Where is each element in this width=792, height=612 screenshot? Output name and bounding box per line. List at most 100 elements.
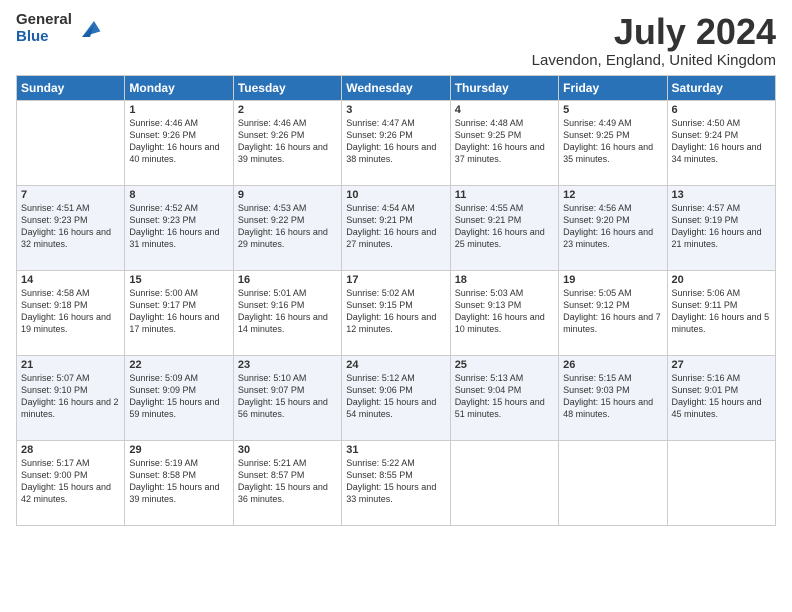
day-header-tuesday: Tuesday: [233, 75, 341, 100]
calendar-cell: 26Sunrise: 5:15 AMSunset: 9:03 PMDayligh…: [559, 355, 667, 440]
day-number: 30: [238, 444, 337, 456]
logo-icon: [78, 17, 102, 41]
calendar-cell: 6Sunrise: 4:50 AMSunset: 9:24 PMDaylight…: [667, 100, 775, 185]
calendar-cell: 25Sunrise: 5:13 AMSunset: 9:04 PMDayligh…: [450, 355, 558, 440]
day-number: 17: [346, 274, 445, 286]
cell-content: Sunrise: 5:15 AMSunset: 9:03 PMDaylight:…: [563, 372, 662, 421]
calendar-cell: 27Sunrise: 5:16 AMSunset: 9:01 PMDayligh…: [667, 355, 775, 440]
cell-content: Sunrise: 4:50 AMSunset: 9:24 PMDaylight:…: [672, 117, 771, 166]
day-number: 4: [455, 104, 554, 116]
calendar-cell: 20Sunrise: 5:06 AMSunset: 9:11 PMDayligh…: [667, 270, 775, 355]
day-number: 16: [238, 274, 337, 286]
calendar-cell: 15Sunrise: 5:00 AMSunset: 9:17 PMDayligh…: [125, 270, 233, 355]
cell-content: Sunrise: 5:03 AMSunset: 9:13 PMDaylight:…: [455, 287, 554, 336]
day-number: 24: [346, 359, 445, 371]
page-header: General Blue July 2024 Lavendon, England…: [16, 12, 776, 69]
day-number: 20: [672, 274, 771, 286]
day-number: 18: [455, 274, 554, 286]
cell-content: Sunrise: 5:07 AMSunset: 9:10 PMDaylight:…: [21, 372, 120, 421]
cell-content: Sunrise: 5:01 AMSunset: 9:16 PMDaylight:…: [238, 287, 337, 336]
logo-blue: Blue: [16, 29, 72, 46]
calendar-cell: 5Sunrise: 4:49 AMSunset: 9:25 PMDaylight…: [559, 100, 667, 185]
cell-content: Sunrise: 5:00 AMSunset: 9:17 PMDaylight:…: [129, 287, 228, 336]
calendar-cell: 11Sunrise: 4:55 AMSunset: 9:21 PMDayligh…: [450, 185, 558, 270]
day-number: 11: [455, 189, 554, 201]
calendar-cell: 7Sunrise: 4:51 AMSunset: 9:23 PMDaylight…: [17, 185, 125, 270]
location-title: Lavendon, England, United Kingdom: [532, 52, 776, 69]
calendar-cell: 22Sunrise: 5:09 AMSunset: 9:09 PMDayligh…: [125, 355, 233, 440]
cell-content: Sunrise: 5:17 AMSunset: 9:00 PMDaylight:…: [21, 457, 120, 506]
cell-content: Sunrise: 4:56 AMSunset: 9:20 PMDaylight:…: [563, 202, 662, 251]
calendar-cell: 8Sunrise: 4:52 AMSunset: 9:23 PMDaylight…: [125, 185, 233, 270]
cell-content: Sunrise: 4:48 AMSunset: 9:25 PMDaylight:…: [455, 117, 554, 166]
cell-content: Sunrise: 5:06 AMSunset: 9:11 PMDaylight:…: [672, 287, 771, 336]
day-number: 6: [672, 104, 771, 116]
calendar-cell: 4Sunrise: 4:48 AMSunset: 9:25 PMDaylight…: [450, 100, 558, 185]
calendar-cell: 3Sunrise: 4:47 AMSunset: 9:26 PMDaylight…: [342, 100, 450, 185]
day-number: 15: [129, 274, 228, 286]
logo: General Blue: [16, 12, 102, 45]
day-number: 23: [238, 359, 337, 371]
day-number: 29: [129, 444, 228, 456]
calendar-cell: 28Sunrise: 5:17 AMSunset: 9:00 PMDayligh…: [17, 440, 125, 525]
cell-content: Sunrise: 4:52 AMSunset: 9:23 PMDaylight:…: [129, 202, 228, 251]
cell-content: Sunrise: 5:16 AMSunset: 9:01 PMDaylight:…: [672, 372, 771, 421]
cell-content: Sunrise: 4:53 AMSunset: 9:22 PMDaylight:…: [238, 202, 337, 251]
day-number: 1: [129, 104, 228, 116]
day-number: 31: [346, 444, 445, 456]
day-number: 7: [21, 189, 120, 201]
cell-content: Sunrise: 5:12 AMSunset: 9:06 PMDaylight:…: [346, 372, 445, 421]
calendar-cell: 13Sunrise: 4:57 AMSunset: 9:19 PMDayligh…: [667, 185, 775, 270]
calendar-cell: [667, 440, 775, 525]
cell-content: Sunrise: 4:58 AMSunset: 9:18 PMDaylight:…: [21, 287, 120, 336]
day-number: 26: [563, 359, 662, 371]
cell-content: Sunrise: 4:57 AMSunset: 9:19 PMDaylight:…: [672, 202, 771, 251]
cell-content: Sunrise: 5:13 AMSunset: 9:04 PMDaylight:…: [455, 372, 554, 421]
calendar-cell: 16Sunrise: 5:01 AMSunset: 9:16 PMDayligh…: [233, 270, 341, 355]
calendar-cell: 23Sunrise: 5:10 AMSunset: 9:07 PMDayligh…: [233, 355, 341, 440]
day-number: 25: [455, 359, 554, 371]
calendar-cell: 21Sunrise: 5:07 AMSunset: 9:10 PMDayligh…: [17, 355, 125, 440]
calendar-week-row: 28Sunrise: 5:17 AMSunset: 9:00 PMDayligh…: [17, 440, 776, 525]
day-header-friday: Friday: [559, 75, 667, 100]
cell-content: Sunrise: 4:46 AMSunset: 9:26 PMDaylight:…: [238, 117, 337, 166]
day-header-sunday: Sunday: [17, 75, 125, 100]
day-number: 12: [563, 189, 662, 201]
calendar-cell: 18Sunrise: 5:03 AMSunset: 9:13 PMDayligh…: [450, 270, 558, 355]
calendar-week-row: 21Sunrise: 5:07 AMSunset: 9:10 PMDayligh…: [17, 355, 776, 440]
calendar-cell: [559, 440, 667, 525]
day-number: 19: [563, 274, 662, 286]
calendar-cell: [17, 100, 125, 185]
logo-text: General Blue: [16, 12, 72, 45]
cell-content: Sunrise: 5:22 AMSunset: 8:55 PMDaylight:…: [346, 457, 445, 506]
cell-content: Sunrise: 4:49 AMSunset: 9:25 PMDaylight:…: [563, 117, 662, 166]
calendar-header-row: SundayMondayTuesdayWednesdayThursdayFrid…: [17, 75, 776, 100]
title-block: July 2024 Lavendon, England, United King…: [532, 12, 776, 69]
day-number: 14: [21, 274, 120, 286]
cell-content: Sunrise: 5:09 AMSunset: 9:09 PMDaylight:…: [129, 372, 228, 421]
calendar-cell: 24Sunrise: 5:12 AMSunset: 9:06 PMDayligh…: [342, 355, 450, 440]
calendar-cell: 12Sunrise: 4:56 AMSunset: 9:20 PMDayligh…: [559, 185, 667, 270]
calendar-week-row: 1Sunrise: 4:46 AMSunset: 9:26 PMDaylight…: [17, 100, 776, 185]
cell-content: Sunrise: 5:21 AMSunset: 8:57 PMDaylight:…: [238, 457, 337, 506]
calendar-cell: 30Sunrise: 5:21 AMSunset: 8:57 PMDayligh…: [233, 440, 341, 525]
calendar-week-row: 7Sunrise: 4:51 AMSunset: 9:23 PMDaylight…: [17, 185, 776, 270]
calendar-cell: 17Sunrise: 5:02 AMSunset: 9:15 PMDayligh…: [342, 270, 450, 355]
day-number: 27: [672, 359, 771, 371]
calendar-cell: 9Sunrise: 4:53 AMSunset: 9:22 PMDaylight…: [233, 185, 341, 270]
day-number: 21: [21, 359, 120, 371]
calendar-cell: 1Sunrise: 4:46 AMSunset: 9:26 PMDaylight…: [125, 100, 233, 185]
day-number: 2: [238, 104, 337, 116]
day-header-thursday: Thursday: [450, 75, 558, 100]
day-header-wednesday: Wednesday: [342, 75, 450, 100]
month-title: July 2024: [532, 12, 776, 52]
calendar-table: SundayMondayTuesdayWednesdayThursdayFrid…: [16, 75, 776, 526]
day-number: 28: [21, 444, 120, 456]
day-number: 22: [129, 359, 228, 371]
cell-content: Sunrise: 4:51 AMSunset: 9:23 PMDaylight:…: [21, 202, 120, 251]
day-header-saturday: Saturday: [667, 75, 775, 100]
day-number: 13: [672, 189, 771, 201]
calendar-cell: 14Sunrise: 4:58 AMSunset: 9:18 PMDayligh…: [17, 270, 125, 355]
cell-content: Sunrise: 4:46 AMSunset: 9:26 PMDaylight:…: [129, 117, 228, 166]
logo-general: General: [16, 12, 72, 29]
